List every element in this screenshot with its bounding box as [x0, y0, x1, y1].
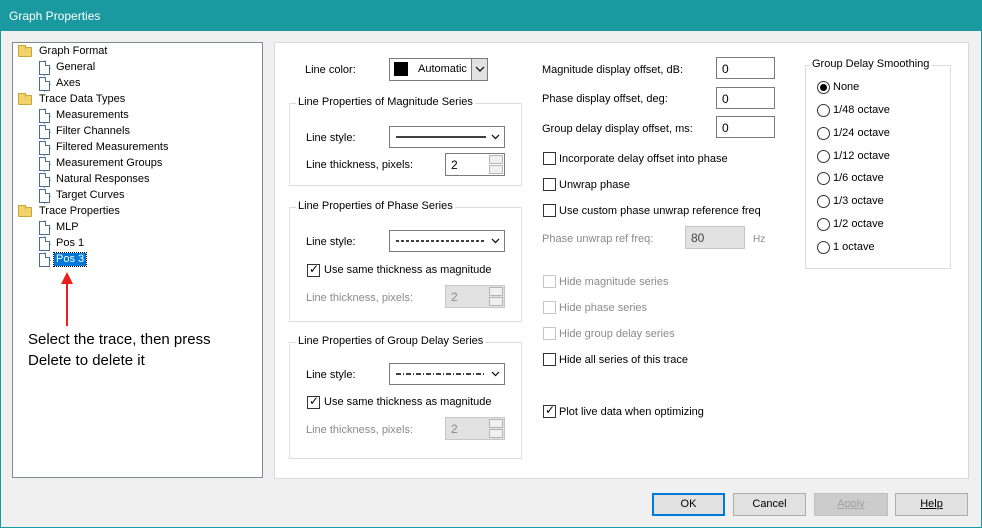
- chevron-down-icon: [491, 236, 500, 244]
- page-icon: [39, 125, 50, 139]
- magnitude-series-group: Line Properties of Magnitude Series Line…: [289, 96, 522, 186]
- page-icon: [39, 173, 50, 187]
- line-color-label: Line color:: [305, 64, 356, 76]
- apply-button[interactable]: Apply: [814, 493, 888, 516]
- navigation-tree[interactable]: Graph Format General Axes Trace Data Typ…: [12, 42, 263, 478]
- phase-thickness-spinner[interactable]: 2: [445, 285, 505, 308]
- smoothing-radio-1[interactable]: [817, 241, 830, 254]
- smoothing-radio-1-24[interactable]: [817, 127, 830, 140]
- cancel-button[interactable]: Cancel: [733, 493, 806, 516]
- smoothing-radio-1-48[interactable]: [817, 104, 830, 117]
- title-bar: Graph Properties: [0, 0, 982, 31]
- spin-up-icon[interactable]: [489, 287, 503, 296]
- properties-panel: Line color: Automatic Line Properties of…: [274, 42, 969, 479]
- spin-down-icon[interactable]: [489, 165, 503, 174]
- page-icon: [39, 77, 50, 91]
- phase-offset-input[interactable]: 0: [716, 87, 775, 109]
- page-icon: [39, 253, 50, 267]
- group-delay-line-style-select[interactable]: [389, 363, 505, 385]
- hide-all-series-checkbox[interactable]: [543, 353, 556, 366]
- spin-down-icon[interactable]: [489, 429, 503, 438]
- incorporate-delay-checkbox[interactable]: [543, 152, 556, 165]
- chevron-down-icon[interactable]: [471, 59, 487, 80]
- group-delay-offset-input[interactable]: 0: [716, 116, 775, 138]
- page-icon: [39, 157, 50, 171]
- smoothing-radio-1-12[interactable]: [817, 150, 830, 163]
- ok-button[interactable]: OK: [652, 493, 725, 516]
- checkmark-icon: ✓: [545, 403, 556, 417]
- phase-series-group: Line Properties of Phase Series Line sty…: [289, 200, 522, 322]
- magnitude-line-style-select[interactable]: [389, 126, 505, 148]
- line-color-select[interactable]: Automatic: [389, 58, 488, 81]
- group-delay-same-thickness-checkbox[interactable]: ✓: [307, 394, 320, 409]
- page-icon: [39, 189, 50, 203]
- checkmark-icon: ✓: [309, 394, 320, 408]
- page-icon: [39, 221, 50, 235]
- spin-up-icon[interactable]: [489, 419, 503, 428]
- smoothing-radio-1-6[interactable]: [817, 172, 830, 185]
- smoothing-radio-none[interactable]: [817, 81, 830, 94]
- custom-unwrap-checkbox[interactable]: [543, 204, 556, 217]
- folder-icon: [18, 205, 32, 217]
- chevron-down-icon: [491, 132, 500, 140]
- unwrap-ref-freq-input[interactable]: 80: [685, 226, 745, 249]
- chevron-down-icon: [491, 369, 500, 377]
- red-arrow-line: [66, 282, 68, 326]
- page-icon: [39, 109, 50, 123]
- phase-line-style-select[interactable]: [389, 230, 505, 252]
- phase-same-thickness-checkbox[interactable]: ✓: [307, 262, 320, 277]
- smoothing-radio-1-3[interactable]: [817, 195, 830, 208]
- hide-magnitude-checkbox[interactable]: [543, 275, 556, 288]
- window-title: Graph Properties: [9, 9, 101, 23]
- help-button[interactable]: Help: [895, 493, 968, 516]
- group-delay-series-group: Line Properties of Group Delay Series Li…: [289, 335, 522, 459]
- color-swatch: [394, 62, 408, 76]
- group-delay-thickness-spinner[interactable]: 2: [445, 417, 505, 440]
- smoothing-radio-1-2[interactable]: [817, 218, 830, 231]
- page-icon: [39, 237, 50, 251]
- folder-icon: [18, 93, 32, 105]
- spin-up-icon[interactable]: [489, 155, 503, 164]
- magnitude-offset-input[interactable]: 0: [716, 57, 775, 79]
- checkmark-icon: ✓: [309, 262, 320, 276]
- unwrap-phase-checkbox[interactable]: [543, 178, 556, 191]
- annotation-text: Select the trace, then press Delete to d…: [28, 331, 211, 369]
- page-icon: [39, 141, 50, 155]
- page-icon: [39, 61, 50, 75]
- hide-phase-checkbox[interactable]: [543, 301, 556, 314]
- spin-down-icon[interactable]: [489, 297, 503, 306]
- magnitude-thickness-spinner[interactable]: 2: [445, 153, 505, 176]
- plot-live-data-checkbox[interactable]: ✓: [543, 403, 556, 418]
- folder-icon: [18, 45, 32, 57]
- group-delay-smoothing-group: Group Delay Smoothing None 1/48 octave 1…: [805, 58, 951, 269]
- hide-group-delay-checkbox[interactable]: [543, 327, 556, 340]
